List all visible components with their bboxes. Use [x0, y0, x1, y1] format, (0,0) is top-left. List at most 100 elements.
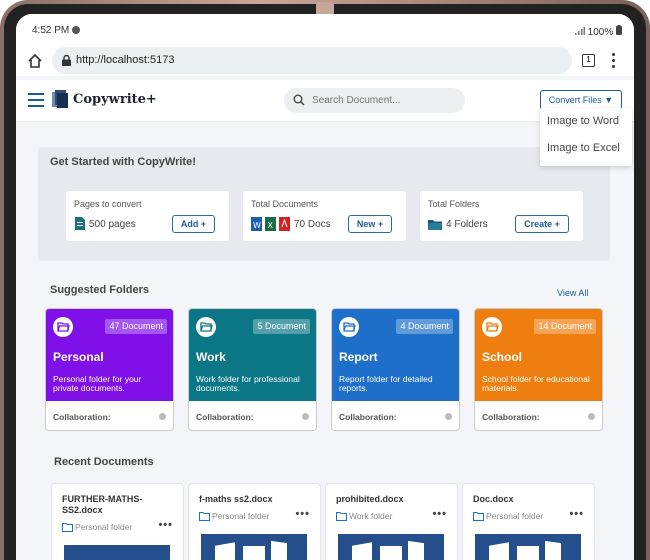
folder-description: School folder for educational materials. [482, 374, 590, 393]
stat-value: 500 pages [89, 219, 136, 230]
word-doc-icon: W [251, 217, 262, 231]
pdf-doc-icon [279, 217, 290, 231]
folder-description: Work folder for professional documents. [196, 374, 300, 393]
notification-icon [72, 26, 81, 34]
logo-icon [52, 90, 68, 108]
stat-pages: Pages to convert 500 pages Add + [66, 191, 229, 241]
suggested-folders-title: Suggested Folders [50, 284, 150, 296]
folder-count-badge: 14 Document [534, 319, 596, 334]
stat-label: Pages to convert [74, 199, 142, 209]
document-thumbnail [475, 534, 581, 560]
collaboration-label: Collaboration: [53, 412, 111, 422]
status-bar: 4:52 PM 100% [16, 14, 634, 46]
more-options-icon[interactable]: ••• [569, 508, 584, 520]
document-name: f-maths ss2.docx [199, 494, 273, 504]
page-icon [75, 217, 85, 230]
get-started-title: Get Started with CopyWrite! [50, 156, 196, 168]
folder-description: Personal folder for your private documen… [53, 374, 142, 393]
document-name: Doc.docx [473, 494, 514, 504]
stat-label: Total Documents [251, 199, 319, 209]
search-bar[interactable]: Search Document... [284, 88, 465, 113]
collaboration-label: Collaboration: [339, 412, 397, 422]
tab-switcher-button[interactable]: 1 [582, 54, 595, 67]
stat-documents: Total Documents W X 70 Docs New + [243, 191, 406, 241]
hamburger-menu-icon[interactable] [28, 93, 44, 107]
folder-card-personal[interactable]: 47 Document Personal Personal folder for… [45, 308, 174, 431]
home-icon[interactable] [26, 52, 44, 70]
folder-outline-icon [473, 512, 484, 521]
folder-outline-icon [336, 512, 347, 521]
document-thumbnail [338, 534, 444, 560]
signal-icon [574, 27, 585, 35]
browser-toolbar: http://localhost:5173 1 [16, 46, 634, 76]
search-placeholder: Search Document... [312, 95, 401, 106]
folder-name: School [482, 350, 523, 364]
search-icon [293, 94, 305, 106]
collaboration-status-icon [588, 413, 595, 420]
view-all-link[interactable]: View All [557, 288, 588, 298]
folder-open-icon [196, 317, 216, 337]
collaboration-label: Collaboration: [482, 412, 540, 422]
document-thumbnail [201, 534, 307, 560]
folder-card-report[interactable]: 4 Document Report Report folder for deta… [331, 308, 460, 431]
recent-document-card[interactable]: f-maths ss2.docx Personal folder ••• [188, 483, 321, 560]
convert-files-button[interactable]: Convert Files ▼ [540, 90, 622, 110]
stat-folders: Total Folders 4 Folders Create + [420, 191, 583, 241]
menu-item-image-to-word[interactable]: Image to Word [540, 108, 632, 135]
folder-description: Report folder for detailed reports. [339, 374, 433, 393]
folder-outline-icon [62, 523, 73, 532]
document-folder: Personal folder [199, 511, 269, 521]
document-name: FURTHER-MATHS-SS2.docx [62, 494, 143, 515]
folder-card-work[interactable]: 5 Document Work Work folder for professi… [188, 308, 317, 431]
folder-icon [428, 220, 442, 230]
menu-item-image-to-excel[interactable]: Image to Excel [540, 135, 632, 162]
battery-percent: 100% [587, 27, 614, 38]
collaboration-status-icon [445, 413, 452, 420]
status-time: 4:52 PM [32, 25, 81, 36]
battery-icon [616, 25, 622, 35]
new-document-button[interactable]: New + [348, 215, 392, 233]
more-options-icon[interactable]: ••• [158, 519, 173, 531]
recent-document-card[interactable]: FURTHER-MATHS-SS2.docx Personal folder •… [51, 483, 184, 560]
svg-text:X: X [268, 221, 274, 230]
collaboration-status-icon [302, 413, 309, 420]
document-folder: Personal folder [473, 511, 543, 521]
excel-doc-icon: X [265, 217, 276, 231]
create-folder-button[interactable]: Create + [515, 215, 569, 233]
document-folder: Personal folder [62, 522, 132, 532]
address-bar[interactable]: http://localhost:5173 [52, 47, 572, 74]
svg-text:W: W [253, 221, 261, 230]
get-started-card: Get Started with CopyWrite! Pages to con… [38, 147, 610, 261]
folder-count-badge: 5 Document [253, 319, 310, 334]
brand-name: Copywrite+ [73, 92, 157, 107]
folder-name: Report [339, 350, 378, 364]
folder-name: Work [196, 350, 226, 364]
folder-count-badge: 47 Document [105, 319, 167, 334]
folder-open-icon [339, 317, 359, 337]
document-thumbnail [64, 545, 170, 560]
folder-open-icon [53, 317, 73, 337]
recent-document-card[interactable]: Doc.docx Personal folder ••• [462, 483, 595, 560]
collaboration-label: Collaboration: [196, 412, 254, 422]
document-folder: Work folder [336, 511, 392, 521]
more-options-icon[interactable]: ••• [432, 508, 447, 520]
collaboration-status-icon [159, 413, 166, 420]
convert-files-menu: Image to Word Image to Excel [540, 108, 632, 166]
add-pages-button[interactable]: Add + [172, 215, 215, 233]
more-options-icon[interactable]: ••• [295, 508, 310, 520]
folder-name: Personal [53, 350, 104, 364]
stat-label: Total Folders [428, 199, 480, 209]
stat-value: 4 Folders [446, 219, 488, 230]
folder-card-school[interactable]: 14 Document School School folder for edu… [474, 308, 603, 431]
lock-icon [62, 55, 71, 66]
recent-document-card[interactable]: prohibited.docx Work folder ••• [325, 483, 458, 560]
stat-value: 70 Docs [294, 219, 331, 230]
document-name: prohibited.docx [336, 494, 404, 504]
screen: 4:52 PM 100% http://localhost:5173 1 Cop… [16, 14, 634, 560]
folder-outline-icon [199, 512, 210, 521]
browser-menu-icon[interactable] [612, 53, 616, 69]
url-text: http://localhost:5173 [76, 54, 175, 66]
folder-open-icon [482, 317, 502, 337]
recent-documents-title: Recent Documents [54, 456, 154, 468]
folder-count-badge: 4 Document [396, 319, 453, 334]
